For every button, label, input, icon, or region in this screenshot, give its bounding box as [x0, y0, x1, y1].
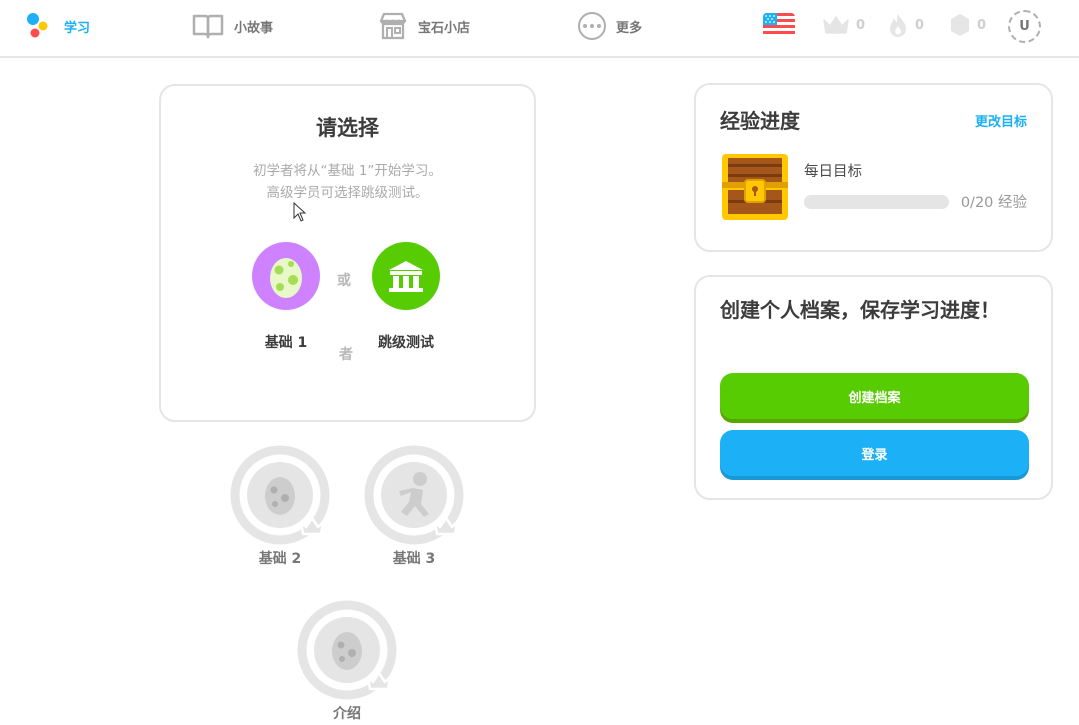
skill-intro-label: 介绍 [333, 706, 361, 722]
daily-goal-label: 每日目标 [804, 164, 862, 180]
or-separator: 或 [337, 273, 351, 289]
gem-icon [951, 14, 969, 36]
xp-progress-text: 0/20 经验 [960, 195, 1027, 211]
placement-test-choice[interactable]: 跳级测试 [361, 242, 451, 352]
more-dots-icon [578, 12, 606, 40]
nav-shop[interactable]: 宝石小店 [378, 10, 470, 42]
shop-icon [379, 12, 407, 40]
mouse-cursor-icon [293, 202, 307, 222]
crown-icon [823, 16, 849, 34]
placement-title: 请选择 [316, 116, 379, 140]
crowns-counter[interactable]: 0 [822, 12, 865, 38]
create-profile-card: 创建个人档案，保存学习进度！ 创建档案 登录 [694, 275, 1053, 500]
castle-icon [372, 242, 440, 310]
skill-basics-3-label: 基础 3 [392, 551, 436, 567]
nav-learn-label: 学习 [64, 20, 91, 36]
placement-description: 初学者将从“基础 1”开始学习。 高级学员可选择跳级测试。 [161, 160, 534, 204]
placement-card: 请选择 初学者将从“基础 1”开始学习。 高级学员可选择跳级测试。 基础 1 或… [159, 84, 536, 422]
placement-test-label: 跳级测试 [378, 335, 434, 351]
flame-icon [890, 14, 906, 37]
skill-ring [229, 444, 331, 546]
gems-counter[interactable]: 0 [949, 12, 986, 38]
nav-stories[interactable]: 小故事 [192, 10, 273, 42]
skill-intro[interactable]: 介绍 [292, 599, 402, 723]
create-profile-button[interactable]: 创建档案 [720, 373, 1029, 419]
nav-shop-label: 宝石小店 [418, 20, 471, 36]
xp-card-title: 经验进度 [720, 109, 800, 133]
xp-progress-card: 经验进度 更改目标 每日目标 0/20 经验 [694, 83, 1053, 252]
placement-desc-line1: 初学者将从“基础 1”开始学习。 [253, 163, 442, 179]
book-icon [192, 14, 224, 39]
skill-basics-2-label: 基础 2 [258, 551, 302, 567]
nav-more-label: 更多 [616, 20, 643, 36]
xp-progress-bar [804, 195, 949, 209]
create-profile-title: 创建个人档案，保存学习进度！ [720, 298, 1000, 322]
nav-more[interactable]: 更多 [578, 10, 642, 42]
login-button[interactable]: 登录 [720, 430, 1029, 476]
crowns-count: 0 [856, 17, 866, 33]
top-nav: 学习 小故事 宝石小店 更多 0 0 0 U [0, 0, 1079, 58]
nav-learn[interactable]: 学习 [24, 10, 90, 42]
us-flag-icon[interactable] [763, 13, 795, 37]
start-basics-choice[interactable]: 基础 1 [241, 242, 331, 352]
edit-goal-link[interactable]: 更改目标 [975, 111, 1027, 130]
or-separator-2: 者 [339, 347, 353, 363]
placement-desc-line2: 高级学员可选择跳级测试。 [266, 185, 429, 201]
nav-stories-label: 小故事 [234, 20, 274, 36]
skill-basics-3[interactable]: 基础 3 [359, 444, 469, 568]
skill-basics-2[interactable]: 基础 2 [225, 444, 335, 568]
egg-icon [252, 242, 320, 310]
skill-ring [363, 444, 465, 546]
basics-1-label: 基础 1 [264, 335, 308, 351]
treasure-chest-icon [722, 154, 788, 220]
streak-counter[interactable]: 0 [887, 12, 924, 38]
streak-count: 0 [915, 17, 925, 33]
duolingo-dots-icon [27, 13, 48, 38]
avatar[interactable]: U [1008, 10, 1041, 43]
gems-count: 0 [977, 17, 987, 33]
skill-ring [296, 599, 398, 701]
